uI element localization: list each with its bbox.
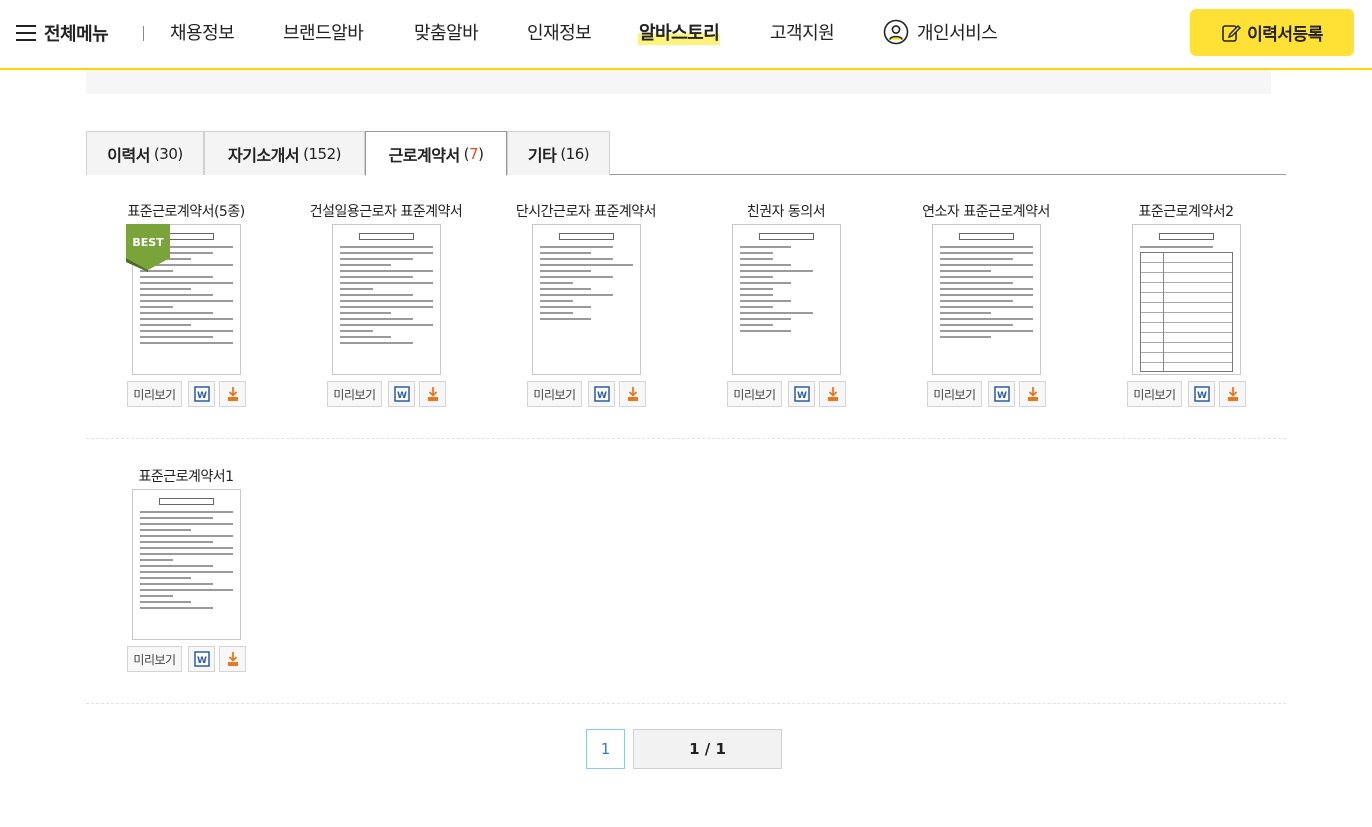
word-icon: W	[993, 386, 1010, 402]
page-button-current[interactable]: 1	[586, 729, 625, 769]
tab-count: (7)	[463, 144, 484, 163]
nav-brand-alba[interactable]: 브랜드알바	[283, 19, 364, 45]
word-download-button[interactable]: W	[188, 381, 215, 407]
nav-talent[interactable]: 인재정보	[527, 19, 592, 45]
tab-label: 이력서	[107, 145, 150, 165]
svg-text:W: W	[797, 391, 807, 401]
nav-support[interactable]: 고객지원	[770, 19, 835, 45]
template-actions: 미리보기 W	[1127, 381, 1250, 407]
template-actions: 미리보기 W	[127, 646, 250, 672]
register-resume-label: 이력서등록	[1247, 25, 1323, 45]
svg-text:W: W	[1197, 391, 1207, 401]
tab-self-intro[interactable]: 자기소개서 (152)	[204, 131, 365, 175]
row-divider	[86, 438, 1286, 439]
tab-label: 자기소개서	[228, 145, 300, 165]
nav-custom-alba[interactable]: 맞춤알바	[414, 19, 479, 45]
top-banner-area	[86, 70, 1271, 94]
svg-text:BEST: BEST	[132, 236, 164, 249]
edit-icon	[1222, 24, 1242, 42]
preview-button[interactable]: 미리보기	[127, 646, 182, 672]
tab-count: (152)	[303, 144, 341, 163]
all-menu-button[interactable]: 전체메뉴	[16, 20, 109, 46]
hamburger-icon	[16, 25, 36, 41]
hwp-download-button[interactable]	[219, 381, 246, 407]
tab-resume[interactable]: 이력서 (30)	[86, 131, 204, 175]
best-badge: BEST	[126, 224, 170, 272]
download-icon	[827, 387, 838, 401]
word-icon: W	[193, 386, 210, 402]
svg-text:W: W	[197, 656, 207, 666]
word-download-button[interactable]: W	[588, 381, 615, 407]
hwp-download-button[interactable]	[219, 646, 246, 672]
list-bottom-divider	[86, 703, 1286, 704]
word-icon: W	[193, 651, 210, 667]
page-summary: 1 / 1	[633, 729, 782, 769]
template-thumbnail[interactable]	[332, 224, 441, 375]
word-icon: W	[393, 386, 410, 402]
template-thumbnail[interactable]	[132, 489, 241, 640]
preview-button[interactable]: 미리보기	[927, 381, 982, 407]
hwp-download-button[interactable]	[419, 381, 446, 407]
template-title: 연소자 표준근로계약서	[922, 204, 1050, 220]
word-icon: W	[593, 386, 610, 402]
preview-button[interactable]: 미리보기	[1127, 381, 1182, 407]
nav-personal-service[interactable]: 개인서비스	[917, 19, 998, 45]
word-download-button[interactable]: W	[788, 381, 815, 407]
tab-labor-contract[interactable]: 근로계약서 (7)	[365, 131, 507, 176]
tab-etc[interactable]: 기타 (16)	[507, 131, 610, 175]
template-title: 친권자 동의서	[746, 204, 826, 220]
template-thumbnail[interactable]	[1132, 224, 1241, 375]
tab-count: (30)	[153, 144, 183, 163]
template-title: 표준근로계약서2	[1138, 204, 1234, 220]
user-icon[interactable]	[883, 19, 909, 45]
template-actions: 미리보기 W	[127, 381, 250, 407]
hwp-download-button[interactable]	[619, 381, 646, 407]
category-tabs: 이력서 (30) 자기소개서 (152) 근로계약서 (7) 기타 (16)	[86, 131, 1286, 176]
download-icon	[1027, 387, 1038, 401]
header-separator	[143, 26, 144, 41]
download-icon	[627, 387, 638, 401]
tab-count: (16)	[560, 144, 590, 163]
top-header: 전체메뉴 채용정보 브랜드알바 맞춤알바 인재정보 알바스토리 고객지원 개인서…	[0, 0, 1372, 70]
nav-jobs[interactable]: 채용정보	[170, 19, 235, 45]
download-icon	[1227, 387, 1238, 401]
download-icon	[227, 387, 238, 401]
tab-label: 근로계약서	[388, 145, 461, 165]
preview-button[interactable]: 미리보기	[727, 381, 782, 407]
preview-button[interactable]: 미리보기	[527, 381, 582, 407]
template-thumbnail[interactable]	[932, 224, 1041, 375]
template-thumbnail[interactable]	[732, 224, 841, 375]
svg-text:W: W	[197, 391, 207, 401]
template-title: 건설일용근로자 표준계약서	[309, 204, 463, 220]
word-icon: W	[793, 386, 810, 402]
hwp-download-button[interactable]	[1219, 381, 1246, 407]
download-icon	[427, 387, 438, 401]
word-icon: W	[1193, 386, 1210, 402]
svg-text:W: W	[597, 391, 607, 401]
template-title: 표준근로계약서(5종)	[127, 204, 245, 220]
preview-button[interactable]: 미리보기	[327, 381, 382, 407]
all-menu-label: 전체메뉴	[44, 24, 109, 45]
tab-label: 기타	[527, 145, 557, 165]
download-icon	[227, 652, 238, 666]
hwp-download-button[interactable]	[1019, 381, 1046, 407]
preview-button[interactable]: 미리보기	[127, 381, 182, 407]
hwp-download-button[interactable]	[819, 381, 846, 407]
register-resume-button[interactable]: 이력서등록	[1190, 9, 1354, 56]
template-actions: 미리보기 W	[327, 381, 450, 407]
svg-text:W: W	[397, 391, 407, 401]
word-download-button[interactable]: W	[988, 381, 1015, 407]
svg-text:W: W	[997, 391, 1007, 401]
template-actions: 미리보기 W	[727, 381, 850, 407]
template-actions: 미리보기 W	[527, 381, 650, 407]
word-download-button[interactable]: W	[188, 646, 215, 672]
template-title: 표준근로계약서1	[138, 469, 234, 485]
template-title: 단시간근로자 표준계약서	[515, 204, 657, 220]
word-download-button[interactable]: W	[388, 381, 415, 407]
template-actions: 미리보기 W	[927, 381, 1050, 407]
word-download-button[interactable]: W	[1188, 381, 1215, 407]
template-thumbnail[interactable]	[532, 224, 641, 375]
nav-alba-story[interactable]: 알바스토리	[638, 19, 721, 45]
